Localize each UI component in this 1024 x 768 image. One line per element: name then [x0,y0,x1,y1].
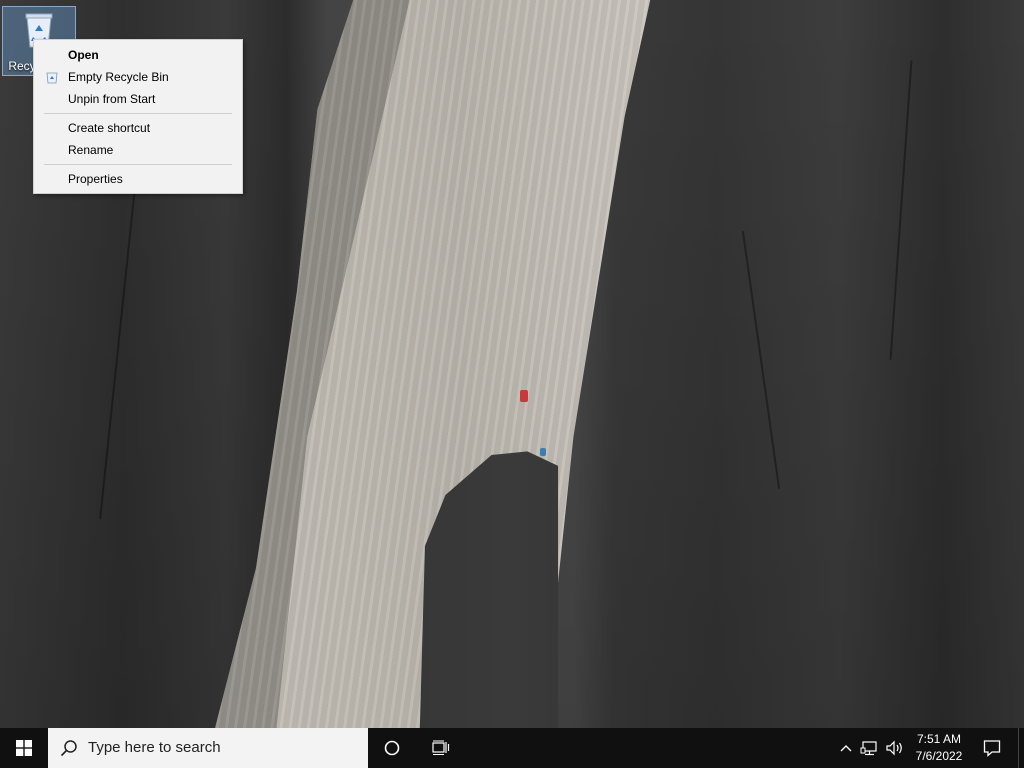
clock-date: 7/6/2022 [915,749,963,763]
show-desktop-button[interactable] [1018,728,1024,768]
wallpaper-climber [540,448,546,456]
cortana-circle-icon [384,740,400,756]
network-icon[interactable] [860,740,882,756]
taskbar-clock[interactable]: 7:51 AM 7/6/2022 [906,731,972,765]
menu-item-empty-recycle-bin[interactable]: Empty Recycle Bin [34,66,242,88]
menu-item-open[interactable]: Open [34,44,242,66]
menu-item-label: Unpin from Start [68,92,156,106]
start-button[interactable] [0,728,48,768]
context-menu: Open Empty Recycle Bin Unpin from Start … [33,39,243,194]
wallpaper-crack [741,231,781,489]
task-view-button[interactable] [416,728,464,768]
volume-icon[interactable] [884,740,906,756]
menu-item-label: Properties [68,172,123,186]
chevron-up-icon[interactable] [836,740,856,756]
menu-separator [44,113,232,114]
menu-item-unpin-from-start[interactable]: Unpin from Start [34,88,242,110]
clock-time: 7:51 AM [916,732,962,746]
menu-separator [44,164,232,165]
action-center-button[interactable] [972,728,1012,768]
wallpaper-climber [520,390,528,402]
search-placeholder: Type here to search [88,739,221,756]
menu-item-properties[interactable]: Properties [34,168,242,190]
menu-item-label: Create shortcut [68,121,151,135]
search-icon [60,740,77,757]
menu-item-label: Rename [68,143,114,157]
recycle-bin-small-icon [46,72,58,84]
menu-item-label: Open [68,48,99,62]
menu-item-label: Empty Recycle Bin [68,70,169,84]
menu-item-rename[interactable]: Rename [34,139,242,161]
task-view-icon [432,740,450,755]
cortana-button[interactable] [368,728,416,768]
taskbar: Type here to search 7:51 AM 7/6/2022 [0,728,1024,768]
taskbar-search-box[interactable]: Type here to search [48,728,368,768]
windows-logo-icon [16,740,32,756]
action-center-icon [983,740,1001,757]
menu-item-create-shortcut[interactable]: Create shortcut [34,117,242,139]
wallpaper-crack [889,60,913,360]
